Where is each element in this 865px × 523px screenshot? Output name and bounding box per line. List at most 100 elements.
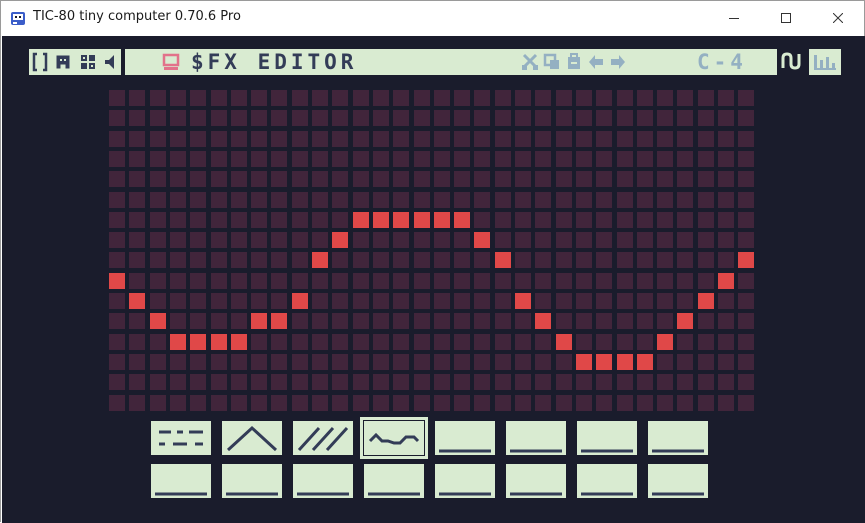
grid-cell[interactable] bbox=[414, 90, 430, 106]
grid-cell[interactable] bbox=[312, 395, 328, 411]
grid-cell[interactable] bbox=[698, 354, 714, 370]
grid-cell[interactable] bbox=[535, 395, 551, 411]
waveform-slot-sawtooth[interactable] bbox=[293, 421, 353, 455]
grid-cell[interactable] bbox=[596, 151, 612, 167]
grid-cell[interactable] bbox=[373, 313, 389, 329]
grid-cell[interactable] bbox=[637, 212, 653, 228]
grid-cell[interactable] bbox=[231, 313, 247, 329]
grid-cell[interactable] bbox=[657, 90, 673, 106]
grid-cell[interactable] bbox=[170, 374, 186, 390]
grid-cell[interactable] bbox=[109, 151, 125, 167]
grid-cell[interactable] bbox=[718, 374, 734, 390]
waveform-slot-empty[interactable] bbox=[364, 464, 424, 498]
grid-cell[interactable] bbox=[231, 374, 247, 390]
grid-cell[interactable] bbox=[251, 90, 267, 106]
grid-cell[interactable] bbox=[718, 212, 734, 228]
grid-cell[interactable] bbox=[231, 131, 247, 147]
grid-cell[interactable] bbox=[637, 171, 653, 187]
grid-cell[interactable] bbox=[271, 252, 287, 268]
grid-cell[interactable] bbox=[170, 110, 186, 126]
grid-cell[interactable] bbox=[211, 212, 227, 228]
grid-cell[interactable] bbox=[271, 334, 287, 350]
grid-cell[interactable] bbox=[454, 151, 470, 167]
grid-cell[interactable] bbox=[556, 212, 572, 228]
grid-cell[interactable] bbox=[617, 110, 633, 126]
grid-cell[interactable] bbox=[596, 374, 612, 390]
grid-cell[interactable] bbox=[231, 151, 247, 167]
grid-cell[interactable] bbox=[738, 293, 754, 309]
grid-cell[interactable] bbox=[474, 131, 490, 147]
grid-cell[interactable] bbox=[556, 354, 572, 370]
grid-cell[interactable] bbox=[414, 313, 430, 329]
grid-cell[interactable] bbox=[596, 395, 612, 411]
grid-cell[interactable] bbox=[190, 252, 206, 268]
wave-sample-cell[interactable] bbox=[393, 212, 409, 228]
grid-cell[interactable] bbox=[677, 131, 693, 147]
grid-cell[interactable] bbox=[109, 90, 125, 106]
grid-cell[interactable] bbox=[677, 374, 693, 390]
grid-cell[interactable] bbox=[170, 90, 186, 106]
grid-cell[interactable] bbox=[292, 110, 308, 126]
grid-cell[interactable] bbox=[129, 252, 145, 268]
grid-cell[interactable] bbox=[474, 110, 490, 126]
grid-cell[interactable] bbox=[271, 395, 287, 411]
grid-cell[interactable] bbox=[251, 110, 267, 126]
waveform-slot-empty[interactable] bbox=[435, 421, 495, 455]
grid-cell[interactable] bbox=[738, 110, 754, 126]
grid-cell[interactable] bbox=[373, 354, 389, 370]
grid-cell[interactable] bbox=[332, 293, 348, 309]
grid-cell[interactable] bbox=[637, 151, 653, 167]
grid-cell[interactable] bbox=[271, 273, 287, 289]
grid-cell[interactable] bbox=[617, 90, 633, 106]
grid-cell[interactable] bbox=[515, 252, 531, 268]
grid-cell[interactable] bbox=[637, 131, 653, 147]
grid-cell[interactable] bbox=[657, 110, 673, 126]
wave-sample-cell[interactable] bbox=[637, 354, 653, 370]
grid-cell[interactable] bbox=[576, 293, 592, 309]
sfx-icon[interactable] bbox=[161, 52, 181, 72]
grid-cell[interactable] bbox=[353, 313, 369, 329]
grid-cell[interactable] bbox=[677, 110, 693, 126]
grid-cell[interactable] bbox=[596, 273, 612, 289]
grid-cell[interactable] bbox=[414, 273, 430, 289]
grid-cell[interactable] bbox=[231, 212, 247, 228]
grid-cell[interactable] bbox=[292, 171, 308, 187]
grid-cell[interactable] bbox=[414, 131, 430, 147]
grid-cell[interactable] bbox=[292, 273, 308, 289]
grid-cell[interactable] bbox=[150, 212, 166, 228]
grid-cell[interactable] bbox=[596, 293, 612, 309]
grid-cell[interactable] bbox=[251, 273, 267, 289]
grid-cell[interactable] bbox=[292, 334, 308, 350]
grid-cell[interactable] bbox=[495, 334, 511, 350]
grid-cell[interactable] bbox=[617, 313, 633, 329]
grid-cell[interactable] bbox=[495, 110, 511, 126]
grid-cell[interactable] bbox=[373, 151, 389, 167]
grid-cell[interactable] bbox=[698, 212, 714, 228]
grid-cell[interactable] bbox=[535, 354, 551, 370]
grid-cell[interactable] bbox=[414, 334, 430, 350]
grid-cell[interactable] bbox=[637, 334, 653, 350]
grid-cell[interactable] bbox=[393, 273, 409, 289]
grid-cell[interactable] bbox=[211, 252, 227, 268]
grid-cell[interactable] bbox=[353, 151, 369, 167]
grid-cell[interactable] bbox=[414, 110, 430, 126]
grid-cell[interactable] bbox=[211, 110, 227, 126]
grid-cell[interactable] bbox=[495, 90, 511, 106]
grid-cell[interactable] bbox=[109, 354, 125, 370]
grid-cell[interactable] bbox=[393, 131, 409, 147]
grid-cell[interactable] bbox=[515, 171, 531, 187]
grid-cell[interactable] bbox=[698, 273, 714, 289]
grid-cell[interactable] bbox=[332, 334, 348, 350]
grid-cell[interactable] bbox=[495, 395, 511, 411]
grid-cell[interactable] bbox=[332, 151, 348, 167]
grid-cell[interactable] bbox=[596, 90, 612, 106]
grid-cell[interactable] bbox=[271, 293, 287, 309]
grid-cell[interactable] bbox=[170, 192, 186, 208]
grid-cell[interactable] bbox=[170, 273, 186, 289]
grid-cell[interactable] bbox=[535, 192, 551, 208]
grid-cell[interactable] bbox=[617, 151, 633, 167]
map-icon[interactable] bbox=[79, 52, 97, 72]
grid-cell[interactable] bbox=[332, 395, 348, 411]
grid-cell[interactable] bbox=[190, 313, 206, 329]
grid-cell[interactable] bbox=[129, 212, 145, 228]
